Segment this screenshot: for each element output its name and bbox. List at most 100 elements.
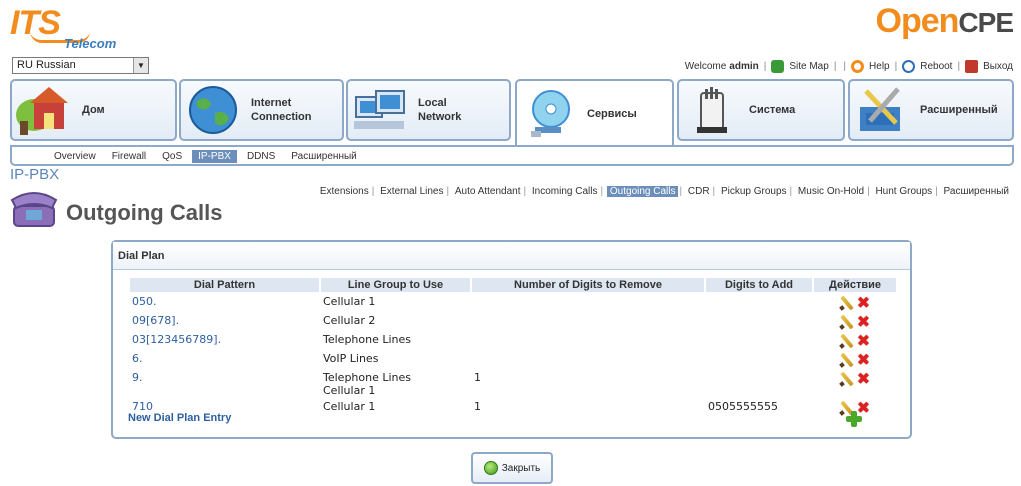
- table-row: 710 Cellular 1 1 0505555555 ✖: [130, 397, 896, 416]
- tools-icon: [852, 83, 912, 137]
- pagenav-incoming-calls[interactable]: Incoming Calls: [530, 186, 600, 197]
- delete-x-icon[interactable]: ✖: [856, 333, 872, 349]
- column-header: Number of Digits to Remove: [472, 278, 704, 292]
- digits-remove-cell: [472, 330, 704, 349]
- welcome-text: Welcome: [684, 61, 727, 72]
- pagenav-cdr[interactable]: CDR: [686, 186, 712, 197]
- table-row: 050. Cellular 1 ✖: [130, 292, 896, 311]
- edit-pencil-icon[interactable]: [839, 295, 855, 311]
- dial-pattern-link[interactable]: 03[123456789].: [130, 330, 319, 349]
- delete-x-icon[interactable]: ✖: [856, 352, 872, 368]
- nav-tab-advanced[interactable]: Расширенный: [848, 79, 1014, 141]
- pagenav-auto-attendant[interactable]: Auto Attendant: [453, 186, 523, 197]
- dial-pattern-link[interactable]: 9.: [130, 368, 319, 397]
- divider: |: [679, 186, 683, 197]
- chevron-down-icon[interactable]: ▼: [133, 58, 148, 73]
- breadcrumb: IP-PBX: [10, 166, 60, 183]
- action-cell: ✖: [814, 292, 896, 311]
- nav-label: Сервисы: [587, 107, 637, 120]
- subnav-advanced[interactable]: Расширенный: [285, 150, 362, 163]
- sitemap-icon: [771, 60, 785, 73]
- dial-pattern-link[interactable]: 09[678].: [130, 311, 319, 330]
- divider: |: [523, 186, 527, 197]
- digits-add-cell: [706, 349, 812, 368]
- globe-icon: [183, 83, 243, 137]
- site-map-link[interactable]: Site Map: [789, 61, 828, 72]
- language-value: RU Russian: [17, 59, 76, 71]
- action-cell: ✖: [814, 311, 896, 330]
- digits-add-cell: [706, 368, 812, 397]
- close-button-label: Закрыть: [501, 462, 541, 474]
- nav-tab-internet-connection[interactable]: Internet Connection: [179, 79, 344, 141]
- close-checkmark-icon: [483, 461, 498, 475]
- opencpe-logo: OpenCPE: [875, 2, 1014, 41]
- edit-pencil-icon[interactable]: [839, 333, 855, 349]
- panel-title: Dial Plan: [113, 242, 910, 270]
- subnav-overview[interactable]: Overview: [48, 150, 102, 163]
- edit-pencil-icon[interactable]: [839, 314, 855, 330]
- edit-pencil-icon[interactable]: [839, 371, 855, 387]
- nav-tab-services[interactable]: Сервисы: [515, 79, 674, 146]
- delete-x-icon[interactable]: ✖: [856, 314, 872, 330]
- divider: |: [894, 61, 898, 72]
- subnav-ip-pbx[interactable]: IP-PBX: [192, 150, 237, 163]
- nav-tab-local-network[interactable]: Local Network: [346, 79, 511, 141]
- username: admin: [729, 61, 759, 72]
- action-cell: ✖: [814, 368, 896, 397]
- line-group-cell: Cellular 1: [323, 400, 376, 413]
- delete-x-icon[interactable]: ✖: [856, 295, 872, 311]
- reboot-link[interactable]: Reboot: [920, 61, 952, 72]
- subnav-ddns[interactable]: DDNS: [241, 150, 281, 163]
- phone-icon: [8, 190, 60, 230]
- add-plus-icon[interactable]: [846, 411, 862, 427]
- line-group-cell: Telephone Lines: [323, 333, 412, 346]
- column-header: Line Group to Use: [321, 278, 470, 292]
- page-title: Outgoing Calls: [66, 200, 223, 225]
- close-button[interactable]: Закрыть: [471, 452, 553, 484]
- divider: |: [763, 61, 767, 72]
- pagenav-advanced[interactable]: Расширенный: [942, 186, 1011, 197]
- nav-label: Internet Connection: [251, 97, 312, 123]
- pagenav-outgoing-calls[interactable]: Outgoing Calls: [606, 186, 679, 197]
- divider: |: [371, 186, 375, 197]
- nav-label: Расширенный: [920, 104, 998, 116]
- edit-pencil-icon[interactable]: [839, 352, 855, 368]
- sub-navigation: Overview Firewall QoS IP-PBX DDNS Расшир…: [10, 145, 1014, 166]
- action-cell: ✖: [814, 330, 896, 349]
- dial-pattern-link[interactable]: 6.: [130, 349, 319, 368]
- page-navigation: Extensions | External Lines | Auto Attenda…: [318, 186, 1011, 197]
- pagenav-music-on-hold[interactable]: Music On-Hold: [796, 186, 866, 197]
- help-link[interactable]: Help: [869, 61, 890, 72]
- home-icon: [14, 83, 74, 137]
- table-row: 9. Telephone Lines Cellular 1 1 ✖: [130, 368, 896, 398]
- logo-open-text: Open: [875, 2, 960, 40]
- subnav-qos[interactable]: QoS: [156, 150, 188, 163]
- delete-x-icon[interactable]: ✖: [856, 371, 872, 387]
- digits-remove-cell: [472, 292, 704, 311]
- column-header: Действие: [814, 278, 896, 292]
- nav-tab-system[interactable]: Система: [677, 79, 845, 141]
- new-dial-plan-entry-link[interactable]: New Dial Plan Entry: [128, 412, 231, 424]
- divider: |: [833, 61, 837, 72]
- divider: |: [935, 186, 938, 197]
- pagenav-extensions[interactable]: Extensions: [318, 186, 371, 197]
- language-select[interactable]: RU Russian ▼: [12, 57, 149, 74]
- pagenav-external-lines[interactable]: External Lines: [378, 186, 445, 197]
- pagenav-hunt-groups[interactable]: Hunt Groups: [873, 186, 934, 197]
- logout-link[interactable]: Выход: [983, 61, 1013, 72]
- logo-telecom-text: Telecom: [64, 36, 117, 51]
- nav-tab-home[interactable]: Дом: [10, 79, 177, 141]
- pagenav-pickup-groups[interactable]: Pickup Groups: [719, 186, 789, 197]
- table-row: 03[123456789]. Telephone Lines ✖: [130, 330, 896, 349]
- table-row: 09[678]. Cellular 2 ✖: [130, 311, 896, 330]
- subnav-firewall[interactable]: Firewall: [106, 150, 152, 163]
- divider: |: [867, 186, 870, 197]
- nav-label: Local Network: [418, 97, 462, 123]
- dial-pattern-link[interactable]: 050.: [130, 292, 319, 311]
- digits-remove-cell: [472, 349, 704, 368]
- services-disc-icon: [519, 87, 579, 141]
- divider: |: [957, 61, 961, 72]
- dial-plan-table: Dial Pattern Line Group to Use Number of…: [128, 278, 898, 416]
- logo-cpe-text: CPE: [958, 7, 1014, 38]
- main-navigation: Дом Internet Connection Local Network Се…: [10, 79, 1014, 146]
